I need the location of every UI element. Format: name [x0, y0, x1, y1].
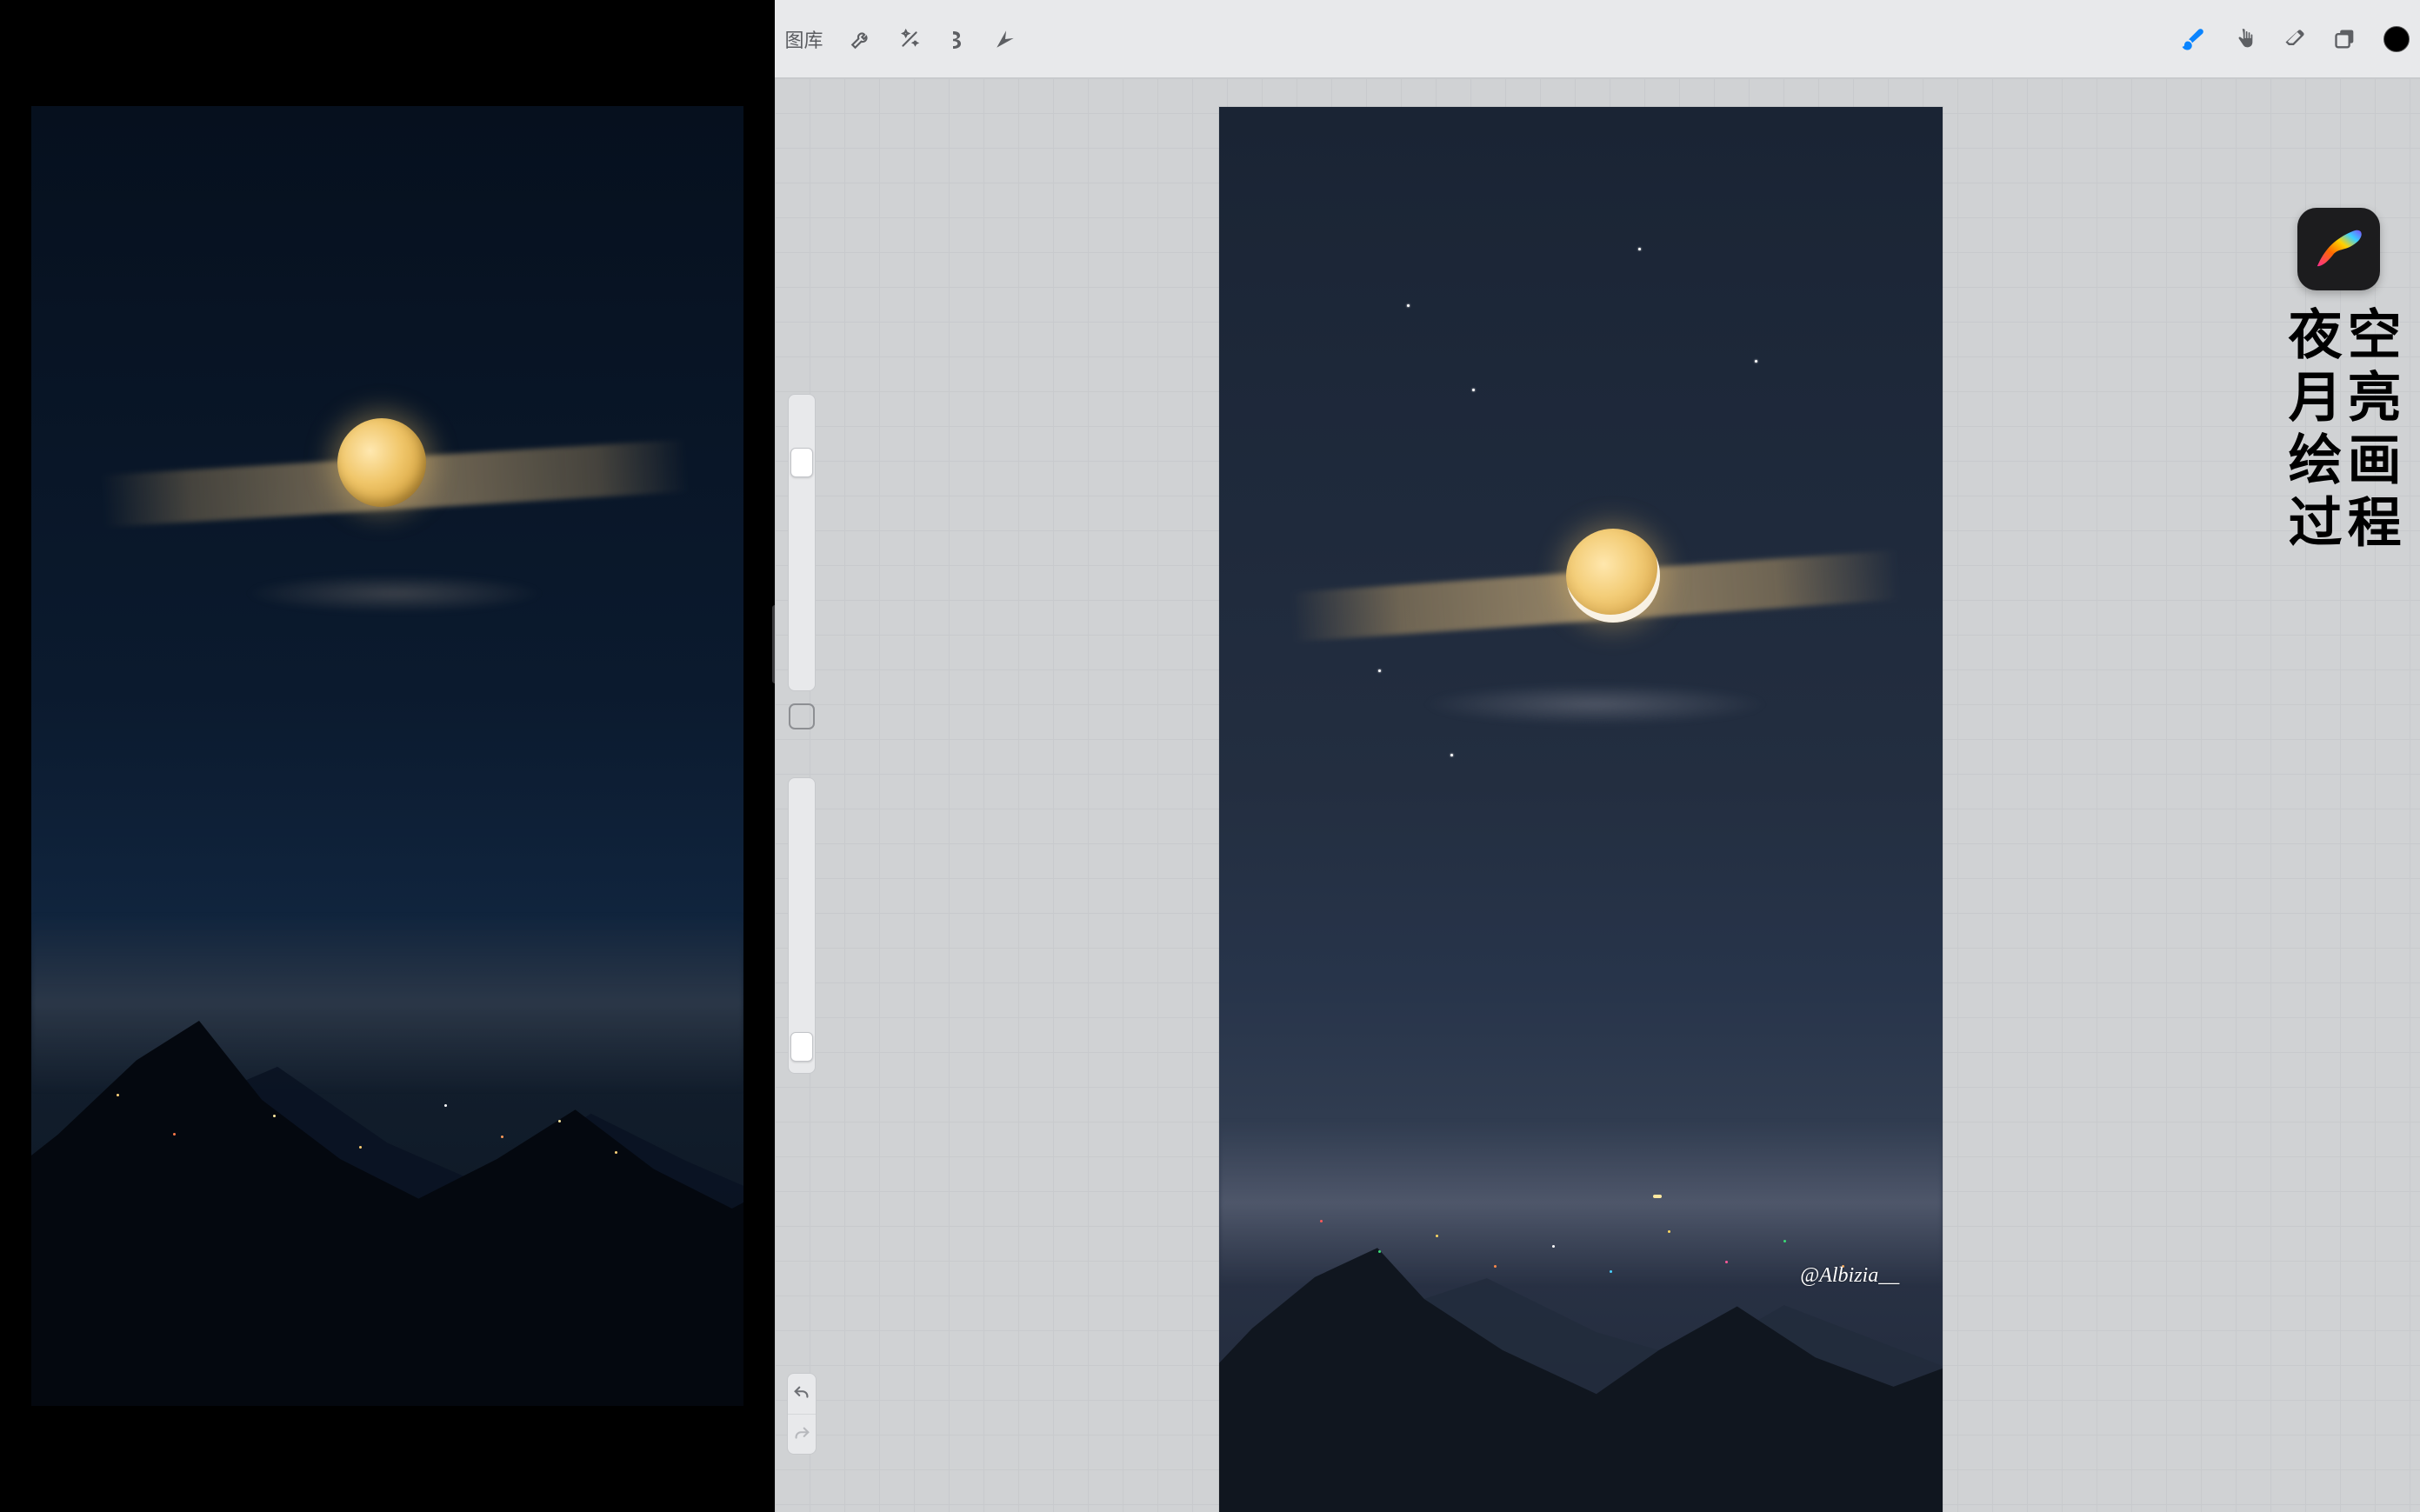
- procreate-app: 图库: [775, 0, 2420, 1512]
- side-controls: [783, 394, 820, 1455]
- reference-photo: [31, 106, 743, 1407]
- canvas-workspace[interactable]: @Albizia__ 夜月绘过 空亮画程: [775, 78, 2420, 1512]
- wrench-icon[interactable]: [850, 28, 872, 50]
- color-swatch[interactable]: [2383, 26, 2410, 52]
- artwork-canvas[interactable]: @Albizia__: [1219, 107, 1943, 1512]
- title-column-left: 夜月绘过: [2283, 306, 2337, 556]
- reference-photo-pane: [0, 0, 775, 1512]
- layers-icon[interactable]: [2333, 27, 2357, 51]
- wand-icon[interactable]: [898, 28, 921, 50]
- transform-arrow-icon[interactable]: [994, 28, 1017, 50]
- gallery-button[interactable]: 图库: [785, 25, 823, 53]
- smudge-icon[interactable]: [2232, 27, 2257, 51]
- undo-button[interactable]: [788, 1374, 816, 1414]
- top-toolbar: 图库: [775, 0, 2420, 78]
- brush-opacity-slider[interactable]: [788, 777, 816, 1075]
- video-title-overlay: 夜月绘过 空亮画程: [2283, 208, 2396, 556]
- brush-icon[interactable]: [2180, 26, 2206, 52]
- modify-button[interactable]: [789, 703, 815, 729]
- eraser-icon[interactable]: [2283, 27, 2307, 51]
- title-column-right: 空亮画程: [2342, 306, 2396, 556]
- redo-button[interactable]: [788, 1414, 816, 1454]
- selection-icon[interactable]: [947, 28, 968, 50]
- brush-size-slider[interactable]: [788, 394, 816, 691]
- undo-redo-group: [787, 1373, 817, 1455]
- artwork-signature: @Albizia__: [1800, 1264, 1899, 1288]
- procreate-app-icon: [2297, 208, 2380, 290]
